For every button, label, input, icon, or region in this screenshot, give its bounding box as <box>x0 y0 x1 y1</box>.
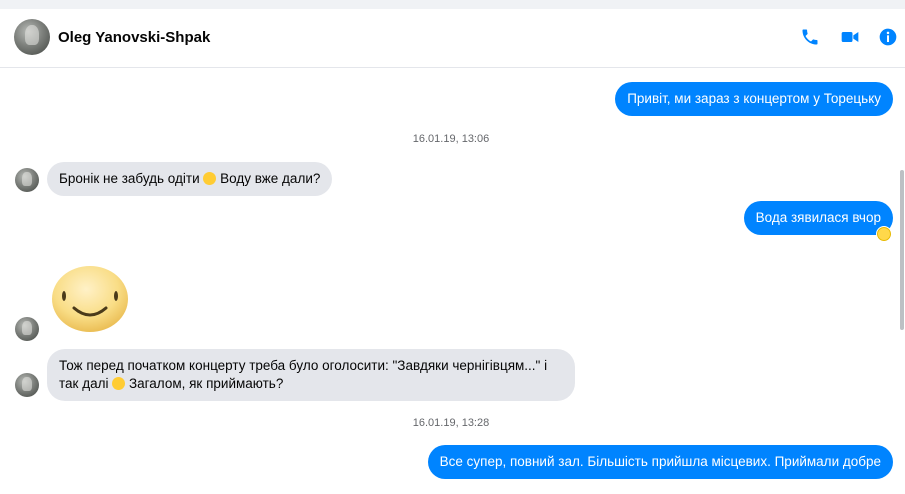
laughing-face-reaction-icon[interactable] <box>876 226 892 242</box>
message-text: Воду вже дали? <box>220 171 321 186</box>
contact-avatar-small[interactable] <box>15 317 39 341</box>
slightly-smiling-face-icon <box>203 172 217 185</box>
smiling-face-sticker-icon[interactable] <box>50 264 130 334</box>
conversation-header: Oleg Yanovski-Shpak <box>0 9 905 68</box>
window-top-strip <box>0 0 905 9</box>
contact-avatar[interactable] <box>14 19 50 55</box>
contact-avatar-small[interactable] <box>15 373 39 397</box>
outgoing-message[interactable]: Привіт, ми зараз з концертом у Торецьку <box>615 82 893 116</box>
incoming-message[interactable]: Бронік не забудь одіти Воду вже дали? <box>47 162 333 196</box>
outgoing-message[interactable]: Все супер, повний зал. Більшість прийшла… <box>427 445 893 479</box>
outgoing-message[interactable]: Вода зявилася вчор <box>743 201 893 235</box>
contact-avatar-small[interactable] <box>15 168 39 192</box>
slightly-smiling-face-icon <box>112 377 126 390</box>
message-text: Загалом, як приймають? <box>129 376 284 391</box>
info-icon[interactable] <box>878 27 898 47</box>
contact-name[interactable]: Oleg Yanovski-Shpak <box>58 29 210 46</box>
video-icon[interactable] <box>840 27 860 47</box>
scrollbar[interactable] <box>900 170 904 330</box>
timestamp: 16.01.19, 13:28 <box>412 417 490 429</box>
incoming-message[interactable]: Тож перед початком концерту треба було о… <box>47 349 575 401</box>
timestamp: 16.01.19, 13:06 <box>412 133 490 145</box>
message-text: Бронік не забудь одіти <box>59 171 200 186</box>
phone-icon[interactable] <box>800 27 820 47</box>
